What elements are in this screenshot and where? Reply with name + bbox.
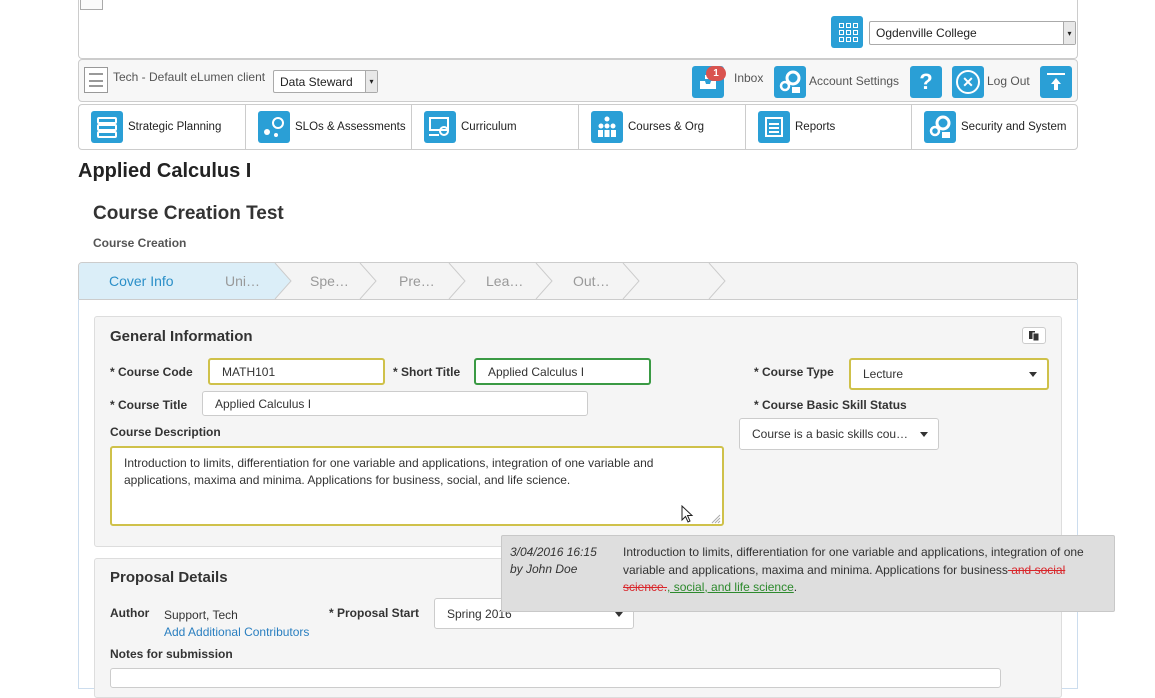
caret-down-icon	[1029, 372, 1037, 377]
basic-skill-value: Course is a basic skills cou…	[752, 427, 909, 441]
revision-author: by John Doe	[510, 562, 578, 576]
course-title-input[interactable]: Applied Calculus I	[202, 391, 588, 416]
institution-select-value: Ogdenville College	[876, 26, 977, 40]
nav-label: SLOs & Assessments	[295, 121, 406, 133]
course-title-label: * Course Title	[110, 398, 188, 412]
short-title-label: * Short Title	[393, 365, 461, 379]
main-nav: Strategic Planning SLOs & Assessments Cu…	[78, 104, 1078, 150]
nav-label: Reports	[795, 121, 836, 133]
step-units[interactable]: Uni…	[225, 263, 260, 299]
add-contributors-link[interactable]: Add Additional Contributors	[164, 625, 309, 639]
role-select-value: Data Steward	[280, 74, 353, 89]
account-settings-gears-icon[interactable]	[774, 66, 806, 98]
wizard-steps: Cover Info Uni… Spe… Pre… Lea… Out…	[78, 262, 1078, 300]
nav-curriculum[interactable]: Curriculum	[412, 105, 579, 149]
logo-image	[80, 0, 103, 10]
people-icon	[591, 111, 623, 143]
nav-slos-assessments[interactable]: SLOs & Assessments	[246, 105, 412, 149]
course-type-select[interactable]: Lecture	[849, 358, 1049, 390]
account-settings-link[interactable]: Account Settings	[809, 74, 899, 88]
step-specifics[interactable]: Spe…	[310, 263, 349, 299]
diff-inserted-text: , social, and life science	[667, 580, 794, 594]
general-info-heading: General Information	[110, 328, 253, 345]
help-icon[interactable]: ?	[910, 66, 942, 98]
short-title-input[interactable]: Applied Calculus I	[474, 358, 651, 385]
course-type-label: * Course Type	[754, 365, 834, 379]
revision-diff: Introduction to limits, differentiation …	[623, 544, 1105, 597]
institution-select[interactable]: Ogdenville College ▾	[869, 21, 1076, 45]
scroll-top-icon[interactable]	[1040, 66, 1072, 98]
proposal-details-heading: Proposal Details	[110, 569, 228, 586]
page-title: Applied Calculus I	[78, 160, 252, 182]
inbox-link[interactable]: Inbox	[734, 71, 763, 85]
select-arrow-icon: ▾	[365, 71, 377, 92]
inbox-badge: 1	[706, 66, 726, 81]
nav-strategic-planning[interactable]: Strategic Planning	[79, 105, 246, 149]
revision-tooltip: 3/04/2016 16:15 by John Doe Introduction…	[501, 535, 1115, 612]
course-type-value: Lecture	[863, 367, 904, 381]
course-description-textarea[interactable]: Introduction to limits, differentiation …	[110, 446, 724, 526]
nav-label: Courses & Org	[628, 121, 705, 133]
reports-icon	[758, 111, 790, 143]
step-cover-info[interactable]: Cover Info	[109, 263, 174, 299]
caret-down-icon	[615, 611, 623, 617]
revision-date: 3/04/2016 16:15	[510, 545, 597, 559]
course-code-input[interactable]: MATH101	[208, 358, 385, 385]
proposal-title: Course Creation Test	[93, 203, 284, 224]
revision-meta: 3/04/2016 16:15 by John Doe	[510, 544, 597, 578]
select-arrow-icon: ▾	[1063, 22, 1075, 44]
diff-trailing-text: .	[793, 580, 798, 594]
client-name: Tech - Default eLumen client	[113, 70, 266, 84]
author-value: Support, Tech	[164, 608, 238, 622]
nav-label: Strategic Planning	[128, 121, 222, 133]
client-doc-icon	[84, 67, 108, 93]
nav-security-system[interactable]: Security and System	[912, 105, 1077, 149]
notes-textarea[interactable]	[110, 668, 1001, 688]
mouse-cursor-icon	[681, 505, 694, 523]
course-code-label: * Course Code	[110, 365, 193, 379]
slo-icon	[258, 111, 290, 143]
section-label: Course Creation	[93, 236, 187, 250]
course-description-label: Course Description	[110, 425, 221, 439]
author-label: Author	[110, 606, 150, 620]
nav-reports[interactable]: Reports	[746, 105, 912, 149]
apps-grid-icon[interactable]	[831, 16, 863, 48]
gears-lock-icon	[924, 111, 956, 143]
proposal-start-label: * Proposal Start	[329, 606, 420, 620]
curriculum-icon	[424, 111, 456, 143]
logout-link[interactable]: Log Out	[987, 74, 1030, 88]
caret-down-icon	[920, 432, 928, 437]
step-prerequisites[interactable]: Pre…	[399, 263, 435, 299]
role-select[interactable]: Data Steward ▾	[273, 70, 378, 93]
logout-close-icon[interactable]: ✕	[952, 66, 984, 98]
basic-skill-select[interactable]: Course is a basic skills cou…	[739, 418, 939, 450]
step-outcomes[interactable]: Out…	[573, 263, 610, 299]
course-description-text: Introduction to limits, differentiation …	[124, 456, 654, 487]
resize-handle-icon[interactable]	[711, 514, 721, 524]
nav-courses-org[interactable]: Courses & Org	[579, 105, 746, 149]
basic-skill-label: * Course Basic Skill Status	[754, 398, 907, 412]
notes-label: Notes for submission	[110, 647, 233, 661]
strategic-planning-icon	[91, 111, 123, 143]
step-learning[interactable]: Lea…	[486, 263, 523, 299]
nav-label: Curriculum	[461, 121, 517, 133]
nav-label: Security and System	[961, 121, 1067, 133]
copy-icon[interactable]	[1022, 327, 1046, 344]
